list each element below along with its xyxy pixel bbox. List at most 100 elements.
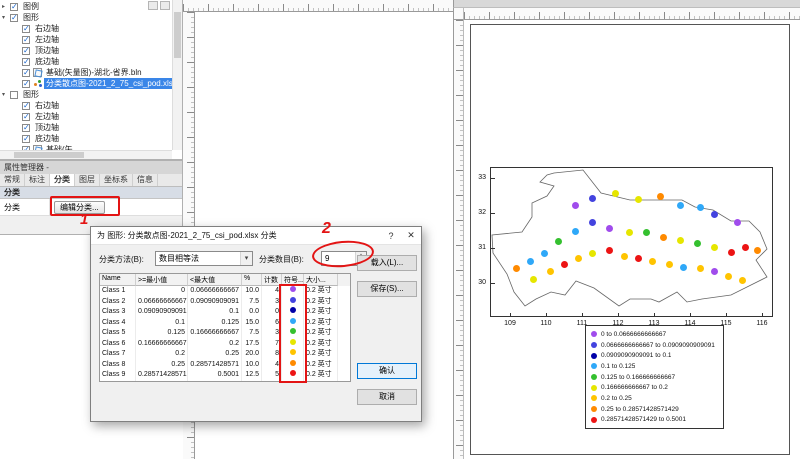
tab-坐标系[interactable]: 坐标系: [100, 174, 133, 186]
tree-item[interactable]: 右边轴: [0, 23, 172, 34]
table-row[interactable]: Class 80.250.2857142857110.040.2 英寸: [100, 360, 350, 371]
dialog-title: 为 图形: 分类散点图-2021_2_75_csi_pod.xlsx 分类: [91, 230, 381, 241]
cell-percent: 15.0: [242, 318, 262, 329]
help-icon[interactable]: ?: [381, 231, 401, 241]
cancel-button[interactable]: 取消: [357, 389, 417, 405]
cell-count: 6: [262, 318, 282, 329]
method-dropdown[interactable]: 数目相等法 ▾: [155, 251, 253, 266]
table-row[interactable]: Class 100.0666666666710.040.2 英寸: [100, 286, 350, 297]
visibility-checkbox[interactable]: [10, 3, 18, 11]
horizontal-ruler-left: [183, 0, 453, 12]
legend-label: 0.125 to 0.166666666667: [601, 374, 675, 381]
legend-symbol-dot: [591, 395, 597, 401]
table-row[interactable]: Class 50.1250.166666666677.530.2 英寸: [100, 328, 350, 339]
panel-pin-icon[interactable]: [148, 1, 158, 10]
chevron-collapsed-icon[interactable]: ▸: [2, 3, 9, 10]
map-plot-area[interactable]: [490, 167, 773, 317]
tab-信息[interactable]: 信息: [133, 174, 158, 186]
tab-常规[interactable]: 常规: [0, 174, 25, 186]
cell-symbol: [282, 297, 304, 308]
cell-min: 0.125: [136, 328, 188, 339]
column-header[interactable]: 大小...: [304, 274, 338, 286]
cell-max: 0.1: [188, 307, 242, 318]
visibility-checkbox[interactable]: [22, 80, 30, 88]
chevron-expanded-icon[interactable]: ▾: [2, 91, 9, 98]
table-row[interactable]: Class 20.066666666670.090909090917.530.2…: [100, 297, 350, 308]
visibility-checkbox[interactable]: [10, 91, 18, 99]
tree-item[interactable]: 底边轴: [0, 56, 172, 67]
tree-item[interactable]: 左边轴: [0, 111, 172, 122]
legend-symbol-dot: [591, 417, 597, 423]
visibility-checkbox[interactable]: [22, 124, 30, 132]
tab-分类[interactable]: 分类: [50, 174, 75, 186]
cell-size: 0.2 英寸: [304, 328, 338, 339]
tree-item[interactable]: ▾图形: [0, 12, 172, 23]
chevron-expanded-icon[interactable]: ▾: [2, 14, 9, 21]
cell-name: Class 6: [100, 339, 136, 350]
save-button[interactable]: 保存(S)...: [357, 281, 417, 297]
column-header[interactable]: 符号...: [282, 274, 304, 286]
legend-label: 0.0666666666667 to 0.0909090909091: [601, 342, 715, 349]
visibility-checkbox[interactable]: [10, 14, 18, 22]
close-icon[interactable]: ✕: [401, 230, 421, 241]
cell-symbol: [282, 349, 304, 360]
class-symbol-dot: [290, 360, 296, 366]
table-row[interactable]: Class 90.285714285710.500112.550.2 英寸: [100, 370, 350, 381]
visibility-checkbox[interactable]: [22, 58, 30, 66]
tab-图层[interactable]: 图层: [75, 174, 100, 186]
scrollbar-thumb[interactable]: [174, 12, 181, 58]
scrollbar-thumb[interactable]: [14, 152, 84, 158]
visibility-checkbox[interactable]: [22, 135, 30, 143]
tree-item[interactable]: 分类散点图-2021_2_75_csi_pod.xlsx: [0, 78, 172, 89]
legend-symbol-dot: [591, 353, 597, 359]
cell-size: 0.2 英寸: [304, 297, 338, 308]
cell-symbol: [282, 339, 304, 350]
panel-menu-icon[interactable]: [160, 1, 170, 10]
tree-item[interactable]: 顶边轴: [0, 45, 172, 56]
column-header[interactable]: >=最小值: [136, 274, 188, 286]
tree-item[interactable]: 基础(矢量图)-湖北-省界.bln: [0, 67, 172, 78]
data-point: [589, 219, 596, 226]
table-row[interactable]: Class 60.166666666670.217.570.2 英寸: [100, 339, 350, 350]
vertical-ruler-right: [453, 20, 464, 459]
tree-item[interactable]: 左边轴: [0, 34, 172, 45]
edit-classification-button[interactable]: 编辑分类...: [54, 201, 105, 214]
tree-item[interactable]: ▾图形: [0, 89, 172, 100]
table-row[interactable]: Class 30.090909090910.10.000.2 英寸: [100, 307, 350, 318]
tree-item[interactable]: ▸图例: [0, 1, 172, 12]
tree-item-label: 底边轴: [33, 133, 61, 144]
visibility-checkbox[interactable]: [22, 47, 30, 55]
load-button[interactable]: 载入(L)...: [357, 255, 417, 271]
data-point: [754, 247, 761, 254]
cell-count: 3: [262, 297, 282, 308]
cell-count: 7: [262, 339, 282, 350]
tree-vertical-scrollbar[interactable]: [172, 0, 182, 150]
visibility-checkbox[interactable]: [22, 102, 30, 110]
visibility-checkbox[interactable]: [22, 25, 30, 33]
class-count-value: 9: [322, 252, 355, 265]
class-table-body: Class 100.0666666666710.040.2 英寸Class 20…: [100, 286, 350, 381]
column-header[interactable]: Name: [100, 274, 136, 286]
right-window-top-strip: [453, 0, 800, 8]
column-header[interactable]: %: [242, 274, 262, 286]
tree-item[interactable]: 顶边轴: [0, 122, 172, 133]
tree-item[interactable]: 底边轴: [0, 133, 172, 144]
visibility-checkbox[interactable]: [22, 69, 30, 77]
tab-标注[interactable]: 标注: [25, 174, 50, 186]
visibility-checkbox[interactable]: [22, 36, 30, 44]
table-row[interactable]: Class 40.10.12515.060.2 英寸: [100, 318, 350, 329]
map-legend: 0 to 0.06666666666670.0666666666667 to 0…: [585, 325, 724, 429]
cell-max: 0.25: [188, 349, 242, 360]
column-header[interactable]: 计数: [262, 274, 282, 286]
cell-min: 0.25: [136, 360, 188, 371]
dialog-titlebar[interactable]: 为 图形: 分类散点图-2021_2_75_csi_pod.xlsx 分类 ? …: [91, 227, 421, 245]
panel-corner-buttons: [148, 1, 170, 10]
tree-item[interactable]: 右边轴: [0, 100, 172, 111]
visibility-checkbox[interactable]: [22, 113, 30, 121]
column-header[interactable]: <最大值: [188, 274, 242, 286]
xlsx-file-icon: [33, 79, 42, 88]
tree-horizontal-scrollbar[interactable]: [0, 150, 172, 159]
table-row[interactable]: Class 70.20.2520.080.2 英寸: [100, 349, 350, 360]
ok-button[interactable]: 确认: [357, 363, 417, 379]
tree-item-label: 底边轴: [33, 56, 61, 67]
